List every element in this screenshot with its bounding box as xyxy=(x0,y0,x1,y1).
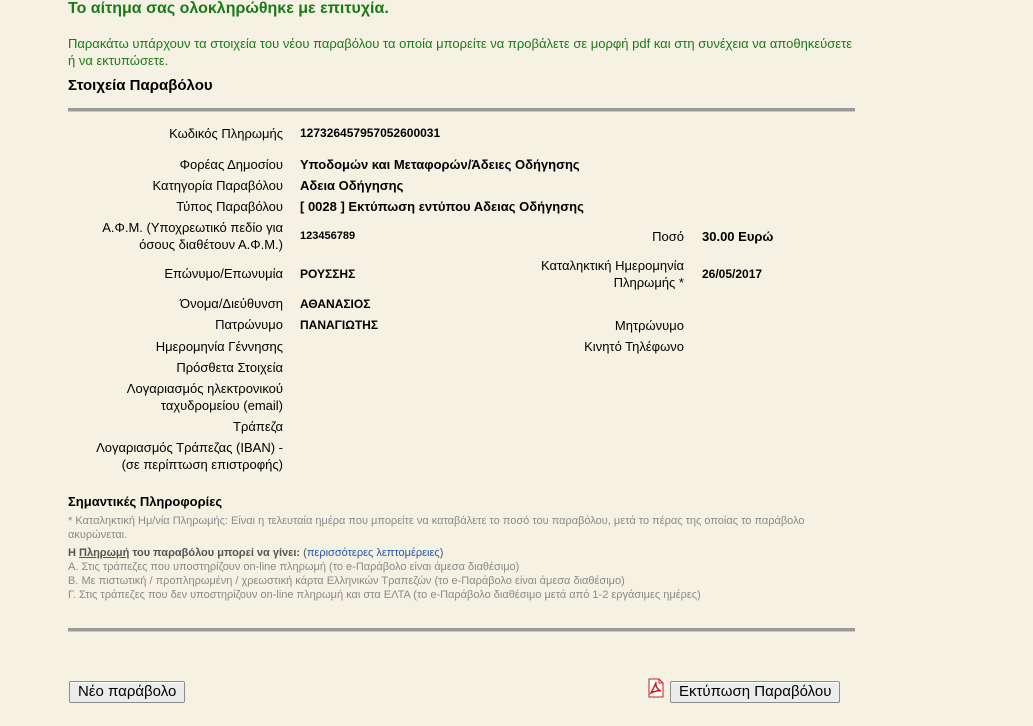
payment-code-value: 127326457957052600031 xyxy=(300,126,441,140)
intro-text: Παρακάτω υπάρχουν τα στοιχεία του νέου π… xyxy=(68,36,853,68)
afm-label-line2: όσους διαθέτουν Α.Φ.Μ.) xyxy=(139,237,283,252)
amount-label: Ποσό xyxy=(652,229,684,244)
birthdate-label: Ημερομηνία Γέννησης xyxy=(155,339,283,354)
surname-value: ΡΟΥΣΣΗΣ xyxy=(300,267,356,281)
father-label: Πατρώνυμο xyxy=(215,317,283,332)
more-close: ) xyxy=(439,547,444,559)
payment-methods-intro: Η Πληρωμή του παραβόλου μπορεί να γίνει:… xyxy=(68,546,838,560)
deadline-note: * Καταληκτική Ημ/νία Πληρωμής: Είναι η τ… xyxy=(68,515,805,541)
payment-code-label: Κωδικός Πληρωμής xyxy=(169,126,283,141)
deadline-label: Καταληκτική Ημερομηνία Πληρωμής * xyxy=(541,257,684,291)
type-label: Τύπος Παραβόλου xyxy=(176,199,283,214)
deadline-value: 26/05/2017 xyxy=(702,267,763,281)
afm-label-line1: Α.Φ.Μ. (Υποχρεωτικό πεδίο για xyxy=(102,220,283,235)
section-title: Στοιχεία Παραβόλου xyxy=(68,77,213,94)
new-paravolo-button[interactable]: Νέο παράβολο xyxy=(69,681,186,703)
email-label: Λογαριασμός ηλεκτρονικού ταχυδρομείου (e… xyxy=(127,380,283,414)
bank-label: Τράπεζα xyxy=(233,419,283,434)
iban-label: Λογαριασμός Τράπεζας (IBAN) - (σε περίπτ… xyxy=(96,439,283,473)
print-paravolo-button[interactable]: Εκτύπωση Παραβόλου xyxy=(670,681,841,703)
iban-label-line1: Λογαριασμός Τράπεζας (IBAN) - xyxy=(96,440,283,455)
pdf-icon[interactable] xyxy=(647,678,665,698)
afm-label: Α.Φ.Μ. (Υποχρεωτικό πεδίο για όσους διαθ… xyxy=(102,219,283,253)
top-divider xyxy=(68,108,855,112)
afm-value: 123456789 xyxy=(300,230,356,242)
iban-label-line2: (σε περίπτωση επιστροφής) xyxy=(121,457,283,472)
option-a: Α. Στις τράπεζες που υποστηρίζουν on-lin… xyxy=(68,561,520,573)
name-label: Όνομα/Διεύθυνση xyxy=(180,296,283,311)
payment-suffix: του παραβόλου μπορεί να γίνει: xyxy=(132,547,301,559)
payment-prefix: Η xyxy=(68,547,76,559)
payment-word: Πληρωμή xyxy=(79,547,130,559)
email-label-line2: ταχυδρομείου (email) xyxy=(160,398,283,413)
agency-value: Υποδομών και Μεταφορών/Άδειες Οδήγησης xyxy=(300,157,580,172)
mother-label: Μητρώνυμο xyxy=(614,318,684,333)
mobile-label: Κινητό Τηλέφωνο xyxy=(584,339,684,354)
father-value: ΠΑΝΑΓΙΩΤΗΣ xyxy=(300,318,379,332)
category-label: Κατηγορία Παραβόλου xyxy=(152,178,283,193)
email-label-line1: Λογαριασμός ηλεκτρονικού xyxy=(126,381,283,396)
agency-label: Φορέας Δημοσίου xyxy=(179,157,283,172)
bottom-divider xyxy=(68,628,855,632)
type-value: [ 0028 ] Εκτύπωση εντύπου Αδειας Οδήγηση… xyxy=(300,199,584,214)
option-c: Γ. Στις τράπεζες που δεν υποστηρίζουν on… xyxy=(68,589,701,601)
name-value: ΑΘΑΝΑΣΙΟΣ xyxy=(300,297,371,311)
surname-label: Επώνυμο/Επωνυμία xyxy=(164,266,283,281)
deadline-label-line2: Πληρωμής * xyxy=(613,275,684,290)
category-value: Αδεια Οδήγησης xyxy=(300,178,404,193)
success-message: Το αίτημα σας ολοκληρώθηκε με επιτυχία. xyxy=(68,0,389,17)
option-b: Β. Με πιστωτική / προπληρωμένη / χρεωστι… xyxy=(68,575,625,587)
info-title: Σημαντικές Πληροφορίες xyxy=(68,494,223,509)
more-details-link[interactable]: περισσότερες λεπτομέρειες xyxy=(307,547,440,559)
deadline-label-line1: Καταληκτική Ημερομηνία xyxy=(540,258,684,273)
extra-label: Πρόσθετα Στοιχεία xyxy=(176,360,283,375)
amount-value: 30.00 Ευρώ xyxy=(702,229,774,244)
